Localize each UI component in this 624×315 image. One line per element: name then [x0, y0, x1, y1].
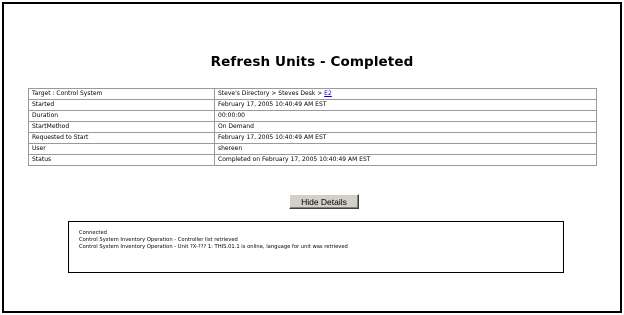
- table-row: StartMethod On Demand: [28, 121, 597, 133]
- breadcrumb: Steve's Directory > Steves Desk >: [218, 90, 325, 97]
- table-row: Status Completed on February 17, 2005 10…: [28, 154, 597, 166]
- table-row: Duration 00:00:00: [28, 110, 597, 122]
- duration-value: 00:00:00: [214, 110, 597, 122]
- status-value: Completed on February 17, 2005 10:40:49 …: [214, 154, 597, 166]
- page-title: Refresh Units - Completed: [210, 54, 414, 70]
- window-frame: Refresh Units - Completed Target : Contr…: [2, 2, 622, 313]
- breadcrumb-link-e2[interactable]: E2: [324, 90, 332, 97]
- target-value: Steve's Directory > Steves Desk > E2: [214, 88, 597, 100]
- start-method-value: On Demand: [214, 121, 597, 133]
- started-label: Started: [28, 99, 215, 111]
- status-label: Status: [28, 154, 215, 166]
- requested-to-start-label: Requested to Start: [28, 132, 215, 144]
- user-value: shereen: [214, 143, 597, 155]
- details-table: Target : Control System Steve's Director…: [28, 88, 597, 166]
- table-row: User shereen: [28, 143, 597, 155]
- target-label: Target : Control System: [28, 88, 215, 100]
- requested-to-start-value: February 17, 2005 10:40:49 AM EST: [214, 132, 597, 144]
- duration-label: Duration: [28, 110, 215, 122]
- table-row: Started February 17, 2005 10:40:49 AM ES…: [28, 99, 597, 111]
- log-line: Control System Inventory Operation - Uni…: [79, 244, 348, 250]
- user-label: User: [28, 143, 215, 155]
- hide-details-button[interactable]: Hide Details: [289, 194, 359, 209]
- table-row: Target : Control System Steve's Director…: [28, 88, 597, 100]
- table-row: Requested to Start February 17, 2005 10:…: [28, 132, 597, 144]
- started-value: February 17, 2005 10:40:49 AM EST: [214, 99, 597, 111]
- log-output-box: Connected Control System Inventory Opera…: [68, 221, 564, 273]
- start-method-label: StartMethod: [28, 121, 215, 133]
- log-line: Control System Inventory Operation - Con…: [79, 237, 238, 243]
- log-line: Connected: [79, 230, 107, 236]
